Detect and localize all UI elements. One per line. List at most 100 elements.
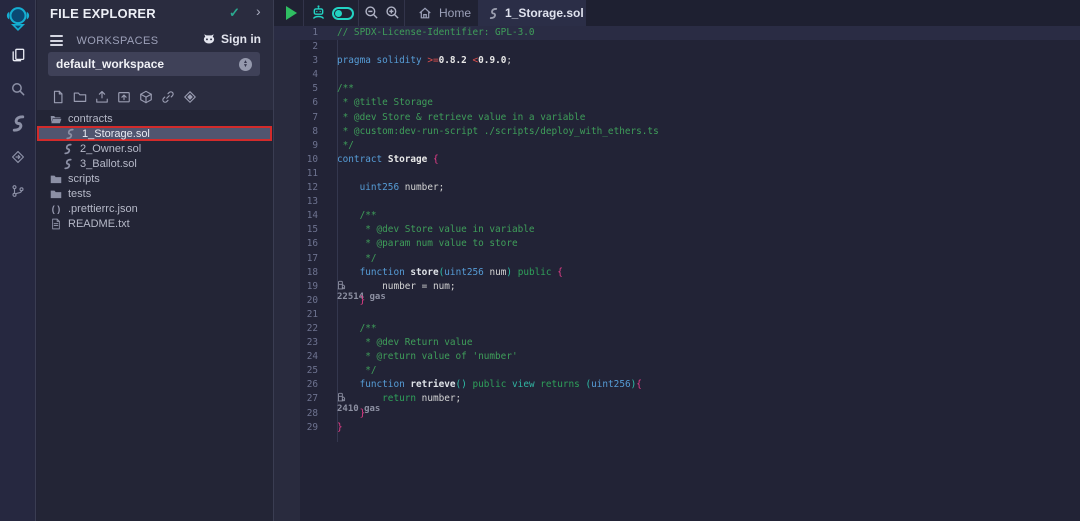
editor-line[interactable]: 12 uint256 number; xyxy=(274,181,1080,195)
activity-search-icon[interactable] xyxy=(0,72,36,106)
zoom-out-icon[interactable] xyxy=(364,5,379,20)
code-text: return number; xyxy=(337,392,461,406)
file-explorer-panel: FILE EXPLORER ✓ › WORKSPACES Sign in def… xyxy=(37,0,274,521)
file-label: README.txt xyxy=(68,218,130,230)
line-number: 6 xyxy=(300,96,318,110)
code-editor[interactable]: 1// SPDX-License-Identifier: GPL-3.023pr… xyxy=(274,26,1080,521)
editor-line[interactable]: 28 } xyxy=(274,407,1080,421)
code-text: * @title Storage xyxy=(337,96,433,110)
editor-line[interactable]: 3pragma solidity >=0.8.2 <0.9.0; xyxy=(274,54,1080,68)
code-text: * @param num value to store xyxy=(337,237,518,251)
editor-line[interactable]: 8 * @custom:dev-run-script ./scripts/dep… xyxy=(274,125,1080,139)
editor-line[interactable]: 27 return number; xyxy=(274,392,1080,406)
link-import-button[interactable] xyxy=(160,89,175,104)
editor-line[interactable]: 15 * @dev Store value in variable xyxy=(274,223,1080,237)
code-text: /** xyxy=(337,82,354,96)
activity-file-explorer-icon[interactable] xyxy=(0,38,36,72)
line-number: 14 xyxy=(300,209,318,223)
line-number: 17 xyxy=(300,252,318,266)
editor-line[interactable]: 14 /** xyxy=(274,209,1080,223)
solidity-icon xyxy=(62,158,74,170)
file-tree-item-scripts[interactable]: scripts xyxy=(37,171,273,186)
activity-deploy-run-icon[interactable] xyxy=(0,140,36,174)
tab-bar-empty xyxy=(586,0,1080,26)
folder-icon xyxy=(50,173,62,185)
file-tree-item-3-ballot-sol[interactable]: 3_Ballot.sol xyxy=(37,156,273,171)
line-number: 24 xyxy=(300,350,318,364)
editor-line[interactable]: 11 xyxy=(274,167,1080,181)
code-text: } xyxy=(337,294,365,308)
file-tree-item-1-storage-sol[interactable]: 1_Storage.sol xyxy=(37,126,272,141)
remix-ai-icon[interactable] xyxy=(310,4,327,21)
editor-line[interactable]: 20 } xyxy=(274,294,1080,308)
workspaces-menu-icon[interactable] xyxy=(50,33,63,49)
editor-line[interactable]: 10contract Storage { xyxy=(274,153,1080,167)
editor-line[interactable]: 9 */ xyxy=(274,139,1080,153)
line-number: 18 xyxy=(300,266,318,280)
diamond-import-button[interactable] xyxy=(182,89,197,104)
remix-logo-icon[interactable] xyxy=(0,0,36,38)
activity-solidity-compiler-icon[interactable] xyxy=(0,106,36,140)
upload-folder-button[interactable] xyxy=(116,89,131,104)
file-text-icon xyxy=(50,218,62,230)
new-folder-button[interactable] xyxy=(72,89,87,104)
editor-line[interactable]: 25 */ xyxy=(274,364,1080,378)
editor-line[interactable]: 22 /** xyxy=(274,322,1080,336)
tab-1-storage-sol[interactable]: 1_Storage.sol × xyxy=(478,0,586,26)
panel-title: FILE EXPLORER xyxy=(50,6,156,21)
editor-line[interactable]: 29} xyxy=(274,421,1080,435)
editor-line[interactable]: 24 * @return value of 'number' xyxy=(274,350,1080,364)
editor-line[interactable]: 4 xyxy=(274,68,1080,82)
line-number: 4 xyxy=(300,68,318,82)
chevron-right-icon[interactable]: › xyxy=(256,3,261,19)
code-text: pragma solidity >=0.8.2 <0.9.0; xyxy=(337,54,512,68)
editor-line[interactable]: 13 xyxy=(274,195,1080,209)
new-file-button[interactable] xyxy=(50,89,65,104)
file-tree-item-2-owner-sol[interactable]: 2_Owner.sol xyxy=(37,141,273,156)
editor-line[interactable]: 26 function retrieve() public view retur… xyxy=(274,378,1080,392)
editor-line[interactable]: 1// SPDX-License-Identifier: GPL-3.0 xyxy=(274,26,1080,40)
file-tree: contracts1_Storage.sol 2_Owner.sol3_Ballo… xyxy=(37,110,273,521)
editor-line[interactable]: 5/** xyxy=(274,82,1080,96)
sign-in-label: Sign in xyxy=(221,32,261,46)
ipfs-import-button[interactable] xyxy=(138,89,153,104)
editor-line[interactable]: 23 * @dev Return value xyxy=(274,336,1080,350)
tab-home[interactable]: Home xyxy=(404,0,478,26)
upload-file-icon xyxy=(95,90,109,104)
solidity-icon xyxy=(64,128,76,140)
line-number: 7 xyxy=(300,111,318,125)
editor-line[interactable]: 6 * @title Storage xyxy=(274,96,1080,110)
solidity-icon xyxy=(62,143,74,155)
line-number: 27 xyxy=(300,392,318,406)
line-number: 29 xyxy=(300,421,318,435)
editor-line[interactable]: 7 * @dev Store & retrieve value in a var… xyxy=(274,111,1080,125)
file-tree-item--prettierrc-json[interactable]: ( ).prettierrc.json xyxy=(37,201,273,216)
editor-line[interactable]: 16 * @param num value to store xyxy=(274,237,1080,251)
workspace-select[interactable]: default_workspace ▲▼ xyxy=(48,52,260,76)
link-import-icon xyxy=(161,90,175,104)
code-text: */ xyxy=(337,364,377,378)
check-icon[interactable]: ✓ xyxy=(229,5,240,21)
home-icon xyxy=(418,6,432,20)
file-tree-item-contracts[interactable]: contracts xyxy=(37,111,273,126)
file-tree-item-tests[interactable]: tests xyxy=(37,186,273,201)
ai-copilot-toggle[interactable] xyxy=(332,7,354,20)
file-tree-item-readme-txt[interactable]: README.txt xyxy=(37,216,273,231)
code-text: */ xyxy=(337,139,354,153)
tab-home-label: Home xyxy=(439,6,471,20)
zoom-in-icon[interactable] xyxy=(385,5,400,20)
line-number: 28 xyxy=(300,407,318,421)
line-number: 21 xyxy=(300,308,318,322)
sign-in-button[interactable]: Sign in xyxy=(202,32,261,46)
git-icon xyxy=(11,184,25,198)
run-script-play-button[interactable] xyxy=(286,6,297,20)
editor-line[interactable]: 21 xyxy=(274,308,1080,322)
editor-line[interactable]: 18 function store(uint256 num) public {2… xyxy=(274,266,1080,280)
editor-line[interactable]: 17 */ xyxy=(274,252,1080,266)
editor-line[interactable]: 2 xyxy=(274,40,1080,54)
upload-file-button[interactable] xyxy=(94,89,109,104)
workspace-selected-value: default_workspace xyxy=(56,57,239,71)
editor-line[interactable]: 19 number = num; xyxy=(274,280,1080,294)
file-label: 2_Owner.sol xyxy=(80,143,141,155)
activity-git-icon[interactable] xyxy=(0,174,36,208)
